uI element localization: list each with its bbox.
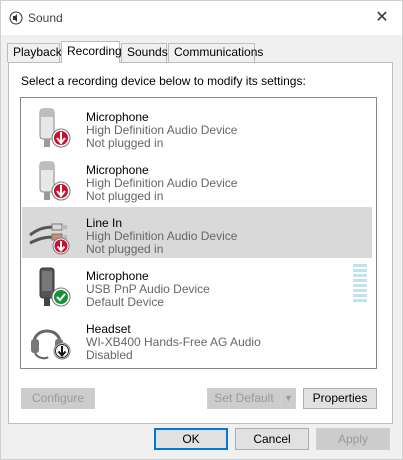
properties-button[interactable]: Properties — [303, 388, 377, 409]
device-status: Default Device — [86, 295, 165, 309]
device-status: Not plugged in — [86, 242, 164, 256]
sound-dialog: Sound ✕ Playback Recording Sounds Commun… — [0, 0, 403, 460]
ok-button[interactable]: OK — [154, 428, 228, 450]
list-item[interactable]: Line In High Definition Audio Device Not… — [22, 207, 372, 258]
device-name: Microphone — [86, 110, 149, 124]
line-in-cable-icon — [29, 223, 70, 255]
tab-communications[interactable]: Communications — [168, 43, 263, 62]
list-item[interactable]: Microphone High Definition Audio Device … — [22, 101, 372, 152]
device-name: Headset — [86, 322, 131, 336]
microphone-icon — [39, 161, 71, 201]
recording-device-list[interactable]: Microphone High Definition Audio Device … — [20, 97, 377, 369]
set-default-dropdown-arrow[interactable]: ▼ — [281, 388, 296, 409]
device-name: Microphone — [86, 163, 149, 177]
list-item[interactable]: Microphone USB PnP Audio Device Default … — [22, 260, 372, 311]
apply-button[interactable]: Apply — [316, 428, 390, 450]
speaker-app-icon — [9, 11, 23, 25]
list-item[interactable]: Headset WI-XB400 Hands-Free AG Audio Dis… — [22, 313, 372, 364]
window-title: Sound — [28, 11, 63, 25]
device-status: Disabled — [86, 348, 133, 362]
device-description: USB PnP Audio Device — [86, 282, 210, 296]
cancel-button[interactable]: Cancel — [235, 428, 309, 450]
recording-tab-panel: Select a recording device below to modif… — [8, 62, 393, 424]
device-description: High Definition Audio Device — [86, 229, 238, 243]
configure-button[interactable]: Configure — [21, 388, 95, 409]
device-description: High Definition Audio Device — [86, 123, 238, 137]
title-bar: Sound ✕ — [1, 1, 402, 35]
device-name: Microphone — [86, 269, 149, 283]
level-meter — [353, 264, 367, 304]
instruction-text: Select a recording device below to modif… — [21, 74, 306, 88]
tab-sounds[interactable]: Sounds — [121, 43, 168, 62]
device-description: High Definition Audio Device — [86, 176, 238, 190]
microphone-icon — [39, 108, 71, 148]
tab-recording[interactable]: Recording — [61, 41, 122, 63]
device-status: Not plugged in — [86, 136, 164, 150]
microphone-icon — [39, 267, 71, 307]
device-status: Not plugged in — [86, 189, 164, 203]
list-item[interactable]: Microphone High Definition Audio Device … — [22, 154, 372, 205]
close-icon[interactable]: ✕ — [368, 5, 396, 31]
tab-playback[interactable]: Playback — [7, 43, 62, 62]
device-description: WI-XB400 Hands-Free AG Audio — [86, 335, 261, 349]
device-name: Line In — [86, 216, 123, 230]
headset-icon — [31, 329, 71, 360]
set-default-button[interactable]: Set Default — [207, 388, 281, 409]
